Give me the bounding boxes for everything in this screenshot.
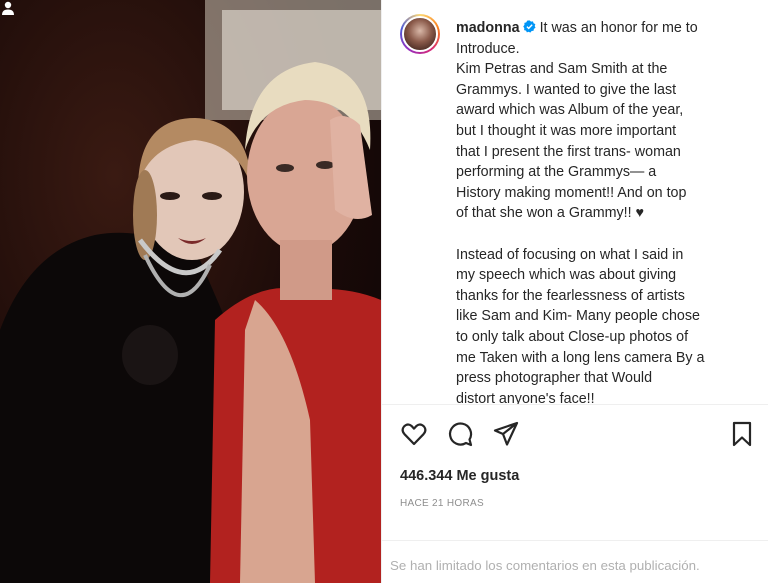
caption-paragraph-2: Instead of focusing on what I said in my … xyxy=(456,245,756,404)
action-bar xyxy=(400,420,752,448)
caption-line: award which was Album of the year, xyxy=(456,102,684,119)
caption-line: like Sam and Kim- Many people chose xyxy=(456,308,700,325)
caption-area[interactable]: madonna It was an honor for me to Introdu… xyxy=(382,0,768,404)
caption-line: Kim Petras and Sam Smith at the xyxy=(456,61,668,78)
comment-icon[interactable] xyxy=(446,420,474,448)
caption-line: but I thought it was more important xyxy=(456,122,677,139)
username-link[interactable]: madonna xyxy=(456,20,520,36)
caption-paragraph-1: Introduce. Kim Petras and Sam Smith at th… xyxy=(456,39,756,224)
caption-line: thanks for the fearlessness of artists xyxy=(456,287,685,304)
caption-first-line: madonna It was an honor for me to xyxy=(456,18,756,39)
post-time[interactable]: HACE 21 HORAS xyxy=(400,498,484,509)
caption-line: press photographer that Would xyxy=(456,370,653,387)
caption-line: performing at the Grammys— a xyxy=(456,164,657,181)
bookmark-icon[interactable] xyxy=(728,420,756,448)
caption-first-text: It was an honor for me to xyxy=(539,20,698,36)
caption-line: Introduce. xyxy=(456,40,520,57)
heart-icon[interactable] xyxy=(400,420,428,448)
caption-line: distort anyone's face!! xyxy=(456,390,595,404)
likes-count[interactable]: 446.344 Me gusta xyxy=(400,468,519,484)
verified-badge-icon xyxy=(522,20,536,33)
post-photo[interactable] xyxy=(0,0,381,583)
divider xyxy=(382,404,768,405)
photo-artwork xyxy=(0,0,381,583)
caption: madonna It was an honor for me to Introdu… xyxy=(456,18,756,404)
avatar[interactable] xyxy=(400,14,440,54)
caption-line: Grammys. I wanted to give the last xyxy=(456,81,677,98)
caption-line: History making moment!! And on top xyxy=(456,184,687,201)
caption-line: me Taken with a long lens camera By a xyxy=(456,349,705,366)
share-icon[interactable] xyxy=(492,420,520,448)
divider xyxy=(382,540,768,541)
caption-line: of that she won a Grammy!! ♥ xyxy=(456,205,645,222)
caption-line: Instead of focusing on what I said in xyxy=(456,246,684,263)
caption-line: that I present the first trans- woman xyxy=(456,143,681,160)
comments-limited-notice: Se han limitado los comentarios en esta … xyxy=(390,558,700,573)
post-panel: madonna It was an honor for me to Introdu… xyxy=(381,0,768,583)
caption-line: to only talk about Close-up photos of xyxy=(456,328,689,345)
caption-line: my speech which was about giving xyxy=(456,267,677,284)
user-tag-icon[interactable] xyxy=(0,0,16,16)
